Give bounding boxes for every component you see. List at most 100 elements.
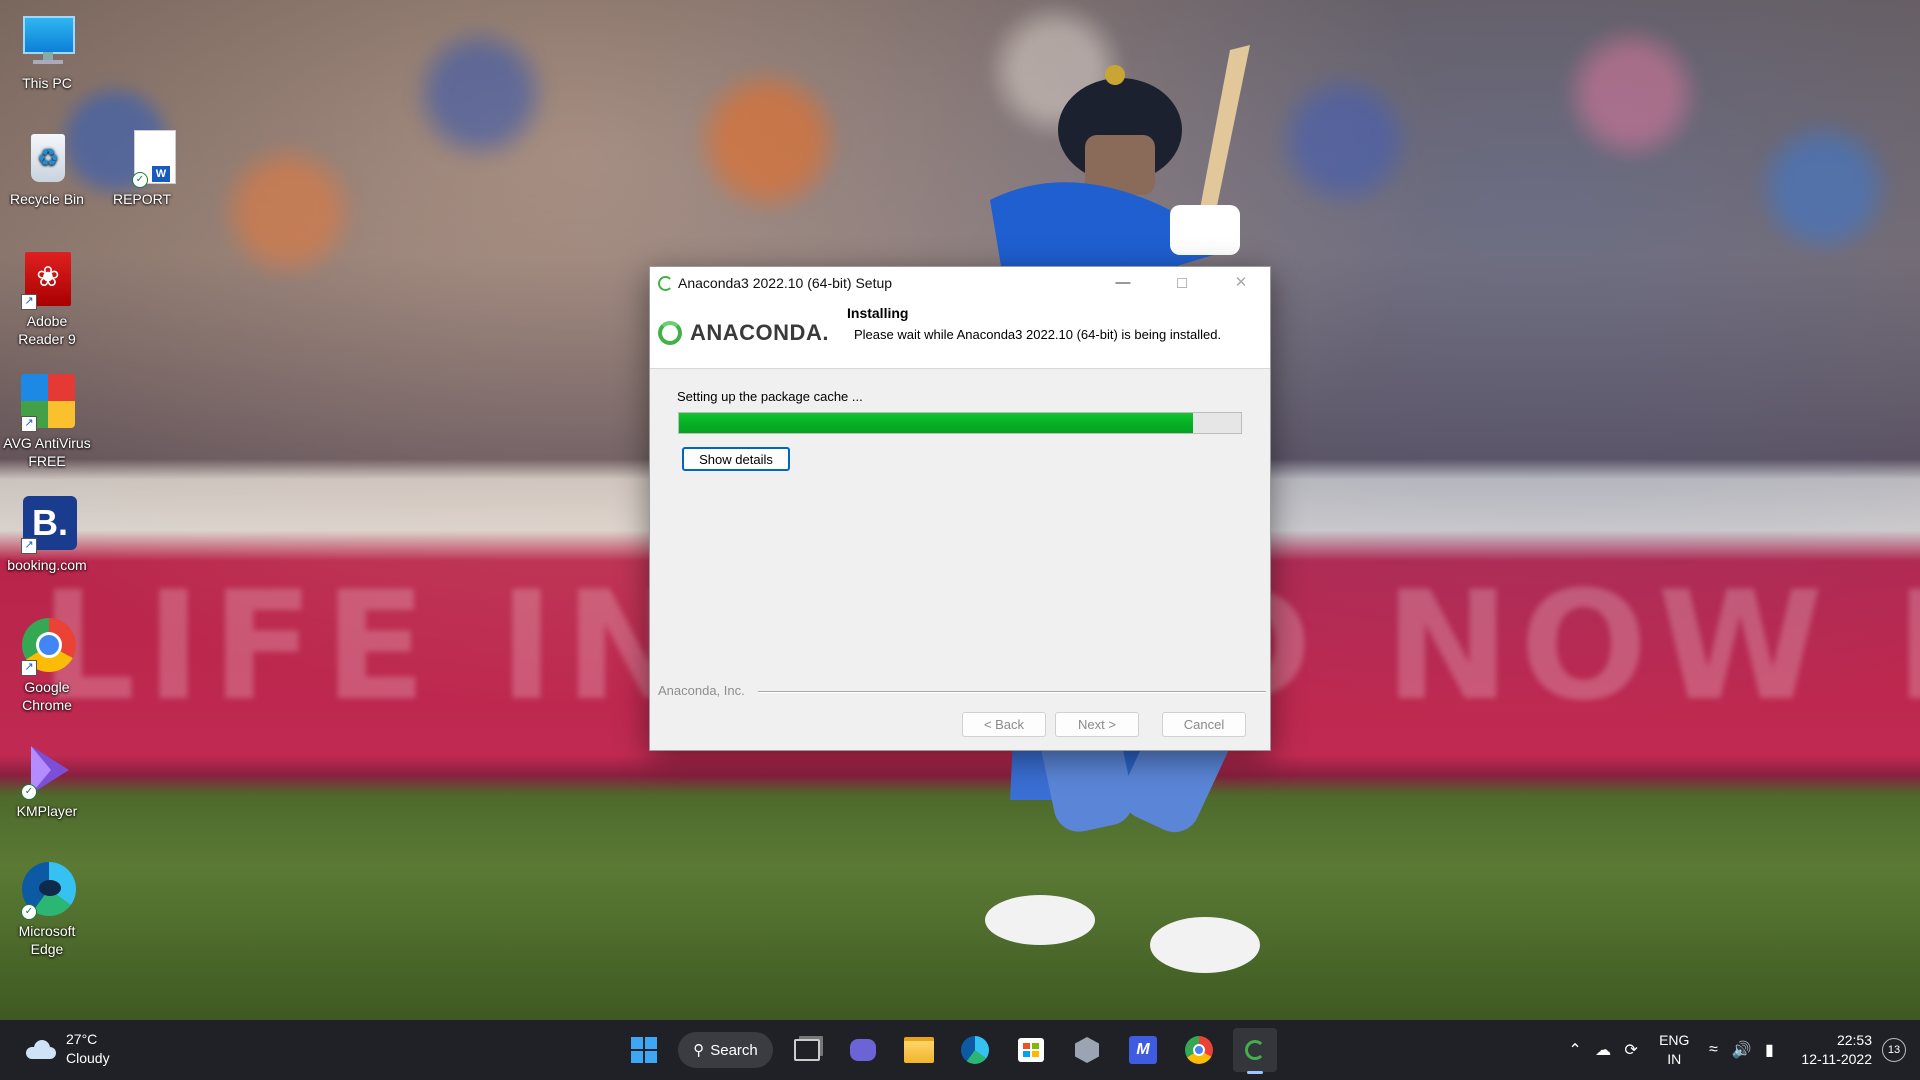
taskbar-apps: ⚲ Search M bbox=[622, 1028, 1277, 1074]
input-language-indicator[interactable]: ENG IN bbox=[1659, 1031, 1689, 1069]
header-subtitle: Please wait while Anaconda3 2022.10 (64-… bbox=[854, 327, 1222, 342]
edge-taskbar-button[interactable] bbox=[953, 1028, 997, 1072]
language-code: ENG bbox=[1659, 1032, 1690, 1048]
weather-condition: Cloudy bbox=[66, 1050, 110, 1066]
search-icon: ⚲ bbox=[693, 1042, 705, 1059]
install-status-text: Setting up the package cache ... bbox=[677, 389, 863, 404]
branding-label: Anaconda, Inc. bbox=[658, 683, 745, 698]
anaconda-logo: ANACONDA. bbox=[658, 317, 829, 349]
desktop-icon-booking[interactable]: B. ↗ booking.com bbox=[2, 494, 92, 574]
synced-check-icon: ✓ bbox=[21, 784, 37, 800]
microsoft-store-button[interactable] bbox=[1009, 1028, 1053, 1072]
shortcut-arrow-icon: ↗ bbox=[21, 660, 37, 676]
folder-icon bbox=[904, 1037, 934, 1063]
anaconda-installer-taskbar-button[interactable] bbox=[1233, 1028, 1277, 1074]
cloud-icon bbox=[24, 1039, 56, 1059]
install-progress-bar bbox=[678, 412, 1242, 434]
chrome-icon bbox=[1185, 1036, 1213, 1064]
notification-count-badge[interactable]: 13 bbox=[1882, 1038, 1906, 1062]
desktop-icon-label: Recycle Bin bbox=[10, 191, 84, 207]
desktop-icon-avg-antivirus[interactable]: ↗ AVG AntiVirus FREE bbox=[2, 372, 92, 470]
chat-icon bbox=[850, 1039, 876, 1061]
anaconda-ring-icon bbox=[658, 321, 682, 345]
desktop-icon-label: Microsoft Edge bbox=[18, 923, 76, 957]
desktop-icon-this-pc[interactable]: This PC bbox=[2, 12, 92, 92]
dialog-content: Setting up the package cache ... Show de… bbox=[650, 369, 1270, 749]
task-view-button[interactable] bbox=[785, 1028, 829, 1072]
hexagon-app-icon bbox=[1075, 1037, 1099, 1063]
installer-dialog: Anaconda3 2022.10 (64-bit) Setup — ◻ ✕ A… bbox=[649, 266, 1271, 751]
footer-divider bbox=[758, 691, 1266, 693]
shortcut-arrow-icon: ↗ bbox=[21, 538, 37, 554]
system-tray: ⌃ ☁ ⟳ ENG IN ≈ 🔊 ▮ 22:53 12-11-2022 13 bbox=[1561, 1020, 1920, 1080]
word-document-icon: W ✓ bbox=[112, 128, 176, 188]
synced-check-icon: ✓ bbox=[21, 904, 37, 920]
search-label: Search bbox=[710, 1041, 758, 1059]
app-taskbar-button[interactable] bbox=[1065, 1028, 1109, 1072]
minimize-button[interactable]: — bbox=[1094, 267, 1152, 299]
chrome-icon: ↗ bbox=[17, 616, 77, 676]
clock-time: 22:53 bbox=[1836, 1032, 1872, 1048]
dialog-titlebar[interactable]: Anaconda3 2022.10 (64-bit) Setup — ◻ ✕ bbox=[650, 267, 1270, 299]
avg-antivirus-icon: ↗ bbox=[17, 372, 77, 432]
install-progress-fill bbox=[679, 413, 1194, 433]
task-view-icon bbox=[794, 1039, 820, 1061]
edge-icon: ✓ bbox=[17, 860, 77, 920]
desktop-icon-google-chrome[interactable]: ↗ Google Chrome bbox=[2, 616, 92, 714]
dialog-header: ANACONDA. Installing Please wait while A… bbox=[650, 299, 1270, 369]
desktop-icon-kmplayer[interactable]: ✓ KMPlayer bbox=[2, 740, 92, 820]
weather-widget[interactable]: 27°C Cloudy bbox=[24, 1030, 110, 1068]
desktop-icon-label: Google Chrome bbox=[22, 679, 72, 713]
clock-date: 12-11-2022 bbox=[1801, 1051, 1872, 1067]
windows-logo-icon bbox=[631, 1037, 657, 1063]
kmplayer-icon: ✓ bbox=[17, 740, 77, 800]
edge-icon bbox=[961, 1036, 989, 1064]
desktop-icon-label: KMPlayer bbox=[16, 803, 78, 819]
monitor-icon bbox=[17, 12, 77, 72]
chevron-up-icon[interactable]: ⌃ bbox=[1561, 1040, 1589, 1060]
close-button[interactable]: ✕ bbox=[1212, 267, 1270, 299]
next-button[interactable]: Next > bbox=[1055, 712, 1139, 737]
battery-icon[interactable]: ▮ bbox=[1755, 1040, 1783, 1060]
desktop-icon-label: REPORT bbox=[112, 191, 172, 207]
synced-check-icon: ✓ bbox=[132, 172, 148, 188]
desktop-icon-recycle-bin[interactable]: ♻ Recycle Bin bbox=[2, 128, 92, 208]
recycle-bin-icon: ♻ bbox=[17, 128, 77, 188]
show-details-button[interactable]: Show details bbox=[682, 447, 790, 471]
start-button[interactable] bbox=[622, 1028, 666, 1072]
mathpix-icon: M bbox=[1129, 1036, 1157, 1064]
taskbar: 27°C Cloudy ⚲ Search M ⌃ ☁ ⟳ ENG IN ≈ 🔊 … bbox=[0, 1020, 1920, 1080]
taskbar-search-button[interactable]: ⚲ Search bbox=[678, 1032, 773, 1068]
shortcut-arrow-icon: ↗ bbox=[21, 416, 37, 432]
sync-icon[interactable]: ⟳ bbox=[1617, 1040, 1645, 1060]
cancel-button[interactable]: Cancel bbox=[1162, 712, 1246, 737]
desktop-icon-microsoft-edge[interactable]: ✓ Microsoft Edge bbox=[2, 860, 92, 958]
mathpix-taskbar-button[interactable]: M bbox=[1121, 1028, 1165, 1072]
adobe-reader-icon: ❀ ↗ bbox=[17, 250, 77, 310]
desktop-icon-label: booking.com bbox=[7, 557, 87, 573]
wifi-icon[interactable]: ≈ bbox=[1699, 1041, 1727, 1059]
desktop-icon-adobe-reader[interactable]: ❀ ↗ Adobe Reader 9 bbox=[2, 250, 92, 348]
teams-chat-button[interactable] bbox=[841, 1028, 885, 1072]
volume-icon[interactable]: 🔊 bbox=[1727, 1040, 1755, 1060]
onedrive-cloud-icon[interactable]: ☁ bbox=[1589, 1040, 1617, 1060]
booking-icon: B. ↗ bbox=[17, 494, 77, 554]
desktop-icon-label: This PC bbox=[22, 75, 72, 91]
chrome-taskbar-button[interactable] bbox=[1177, 1028, 1221, 1072]
dialog-title: Anaconda3 2022.10 (64-bit) Setup bbox=[678, 275, 893, 291]
anaconda-logo-text: ANACONDA. bbox=[690, 320, 829, 345]
anaconda-app-icon bbox=[658, 276, 673, 291]
maximize-button: ◻ bbox=[1175, 274, 1189, 291]
shortcut-arrow-icon: ↗ bbox=[21, 294, 37, 310]
region-code: IN bbox=[1667, 1051, 1682, 1067]
clock[interactable]: 22:53 12-11-2022 bbox=[1801, 1031, 1872, 1069]
store-icon bbox=[1018, 1038, 1044, 1062]
back-button[interactable]: < Back bbox=[962, 712, 1046, 737]
desktop-icon-report[interactable]: W ✓ REPORT bbox=[97, 128, 187, 208]
weather-temperature: 27°C bbox=[66, 1031, 98, 1047]
desktop-icon-label: Adobe Reader 9 bbox=[18, 313, 76, 347]
file-explorer-button[interactable] bbox=[897, 1028, 941, 1072]
anaconda-ring-icon bbox=[1245, 1040, 1265, 1060]
header-title: Installing bbox=[847, 305, 909, 321]
desktop-icon-label: AVG AntiVirus FREE bbox=[3, 435, 91, 469]
